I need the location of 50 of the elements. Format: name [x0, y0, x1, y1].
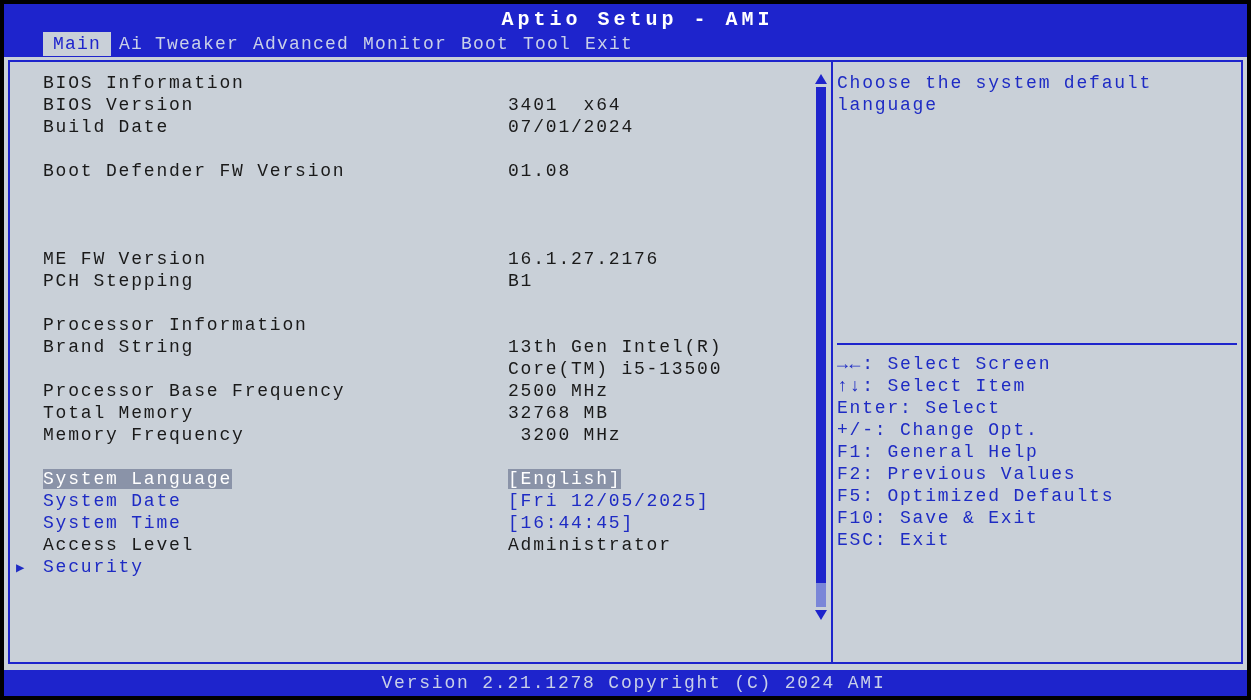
info-value: B1: [508, 270, 535, 292]
menu-tab[interactable]: Ai Tweaker: [113, 32, 246, 56]
key-help-text: F10: Save & Exit: [837, 507, 1040, 529]
info-label: Total Memory: [43, 402, 196, 424]
setting-label[interactable]: System Time: [43, 512, 508, 534]
key-help-text: F2: Previous Values: [837, 463, 1078, 485]
scroll-up-icon[interactable]: [815, 74, 827, 84]
key-help-text: →←: Select Screen: [837, 353, 1053, 375]
info-value: 01.08: [508, 160, 572, 182]
info-value: 3200 MHz: [519, 424, 623, 446]
info-label: PCH Stepping: [43, 270, 196, 292]
info-label: Boot Defender FW Version: [43, 160, 347, 182]
key-help-text: ↑↓: Select Item: [837, 375, 1028, 397]
key-help-text: F1: General Help: [837, 441, 1040, 463]
info-label: BIOS Version: [43, 94, 196, 116]
submenu-link[interactable]: Security: [43, 556, 508, 579]
status-bar-text: Version 2.21.1278 Copyright (C) 2024 AMI: [381, 672, 886, 695]
menu-tab[interactable]: Boot: [455, 32, 516, 56]
info-label: Memory Frequency: [43, 424, 246, 446]
info-value: 2500 MHz: [508, 380, 610, 402]
info-label: ME FW Version: [43, 248, 208, 270]
info-label: Access Level: [43, 534, 196, 556]
help-text: Choose the system default language: [837, 72, 1154, 117]
menu-tab[interactable]: Exit: [579, 32, 640, 56]
menu-tab[interactable]: Advanced: [247, 32, 356, 56]
info-value: 13th Gen Intel(R) Core(TM) i5-13500: [508, 336, 724, 380]
info-value: 16.1.27.2176: [508, 248, 661, 270]
info-value: 32768 MB: [508, 402, 610, 424]
menu-tab[interactable]: Monitor: [357, 32, 454, 56]
key-help-text: F5: Optimized Defaults: [837, 485, 1116, 507]
info-label: Brand String: [43, 336, 196, 359]
info-value: Administrator: [508, 534, 673, 556]
info-value: 3401 x64: [508, 94, 623, 116]
scrollbar-thumb[interactable]: [816, 87, 826, 607]
setting-value[interactable]: [16:44:45]: [508, 512, 808, 534]
submenu-arrow: ▶: [16, 560, 27, 576]
info-label: BIOS Information: [43, 72, 246, 94]
setting-value[interactable]: [Fri 12/05/2025]: [508, 490, 808, 512]
menu-tab[interactable]: Tool: [517, 32, 578, 56]
key-help-text: ESC: Exit: [837, 529, 952, 551]
menu-tab[interactable]: Main: [43, 32, 111, 56]
scroll-down-icon[interactable]: [815, 610, 827, 620]
info-label: Build Date: [43, 116, 171, 138]
info-label: Processor Information: [43, 314, 309, 336]
key-help-text: +/-: Change Opt.: [837, 419, 1040, 441]
window-title: Aptio Setup - AMI: [501, 8, 774, 32]
key-help-text: Enter: Select: [837, 397, 1002, 419]
info-value: 07/01/2024: [508, 116, 636, 138]
setting-label[interactable]: System Date: [43, 490, 508, 512]
info-label: Processor Base Frequency: [43, 380, 347, 402]
